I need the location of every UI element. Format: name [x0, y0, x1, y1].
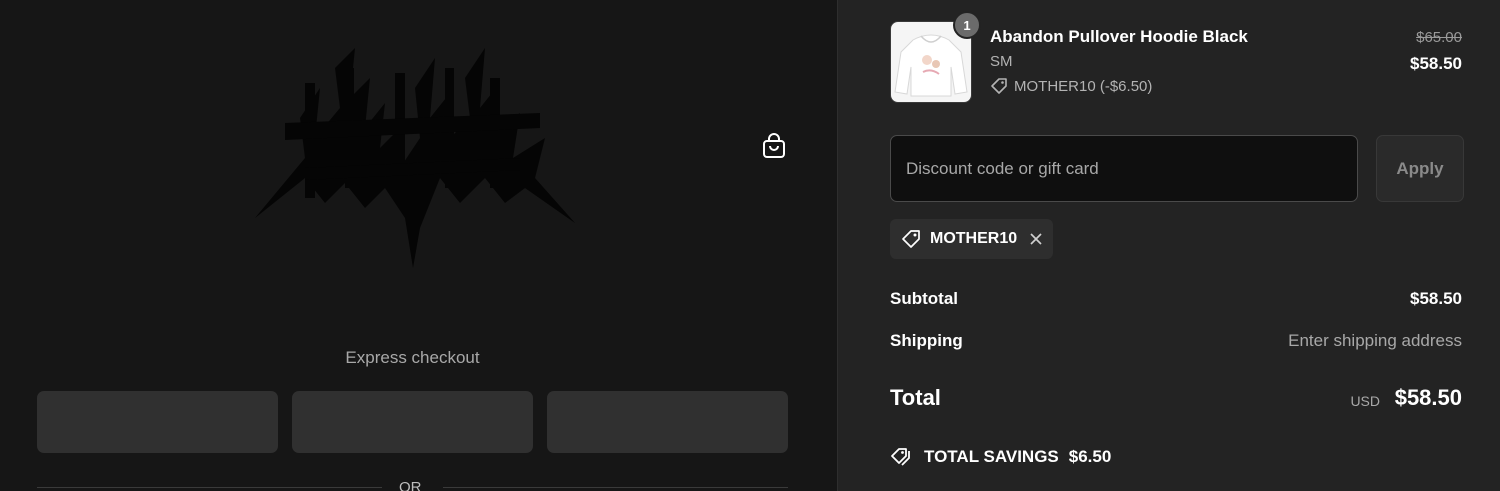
remove-code-button[interactable] [1029, 232, 1043, 246]
quantity-badge: 1 [953, 11, 981, 39]
divider-left [37, 487, 382, 488]
original-price: $65.00 [1416, 29, 1462, 46]
product-discount: MOTHER10 (-$6.50) [990, 77, 1152, 95]
checkout-main-panel: Express checkout OR [0, 0, 837, 491]
or-divider-text: OR [399, 479, 422, 491]
cart-button[interactable] [758, 130, 790, 162]
applied-code-text: MOTHER10 [930, 230, 1018, 247]
express-pay-button-1[interactable] [37, 391, 278, 453]
order-summary-panel: 1 Abandon Pullover Hoodie Black SM MOTHE… [837, 0, 1500, 491]
product-name: Abandon Pullover Hoodie Black [990, 27, 1248, 46]
close-icon [1030, 233, 1042, 245]
divider-right [443, 487, 788, 488]
tags-icon [891, 448, 910, 466]
savings-label: TOTAL SAVINGS [924, 447, 1059, 466]
total-label: Total [890, 385, 941, 410]
total-savings: TOTAL SAVINGS $6.50 [890, 446, 1111, 468]
subtotal-value: $58.50 [1410, 289, 1462, 308]
express-checkout-label: Express checkout [345, 348, 480, 367]
tag-icon [991, 78, 1007, 94]
discount-code-input[interactable] [890, 135, 1358, 202]
brand-logo [255, 48, 575, 268]
express-pay-button-2[interactable] [292, 391, 533, 453]
product-variant: SM [990, 53, 1013, 70]
shipping-value: Enter shipping address [1288, 331, 1462, 350]
total-currency: USD [1350, 393, 1380, 409]
express-pay-button-3[interactable] [547, 391, 788, 453]
shipping-label: Shipping [890, 331, 963, 350]
product-discount-text: MOTHER10 (-$6.50) [1014, 77, 1153, 95]
apply-discount-button[interactable]: Apply [1376, 135, 1464, 202]
shopping-bag-icon [763, 133, 785, 158]
applied-code-chip: MOTHER10 [890, 219, 1054, 259]
discounted-price: $58.50 [1410, 54, 1462, 73]
subtotal-label: Subtotal [890, 289, 958, 308]
savings-value: $6.50 [1068, 447, 1112, 466]
total-value: $58.50 [1394, 385, 1462, 410]
tag-icon [902, 230, 920, 248]
